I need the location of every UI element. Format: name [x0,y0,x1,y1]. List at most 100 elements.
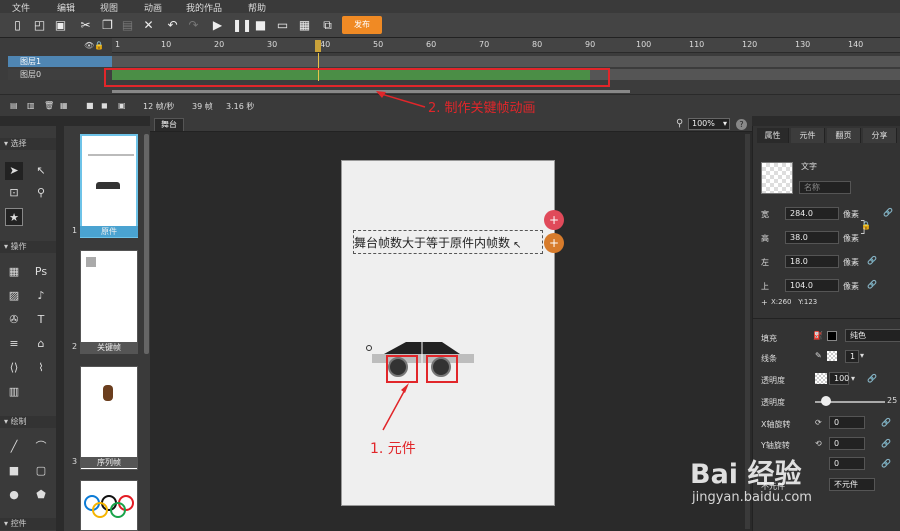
section-operate[interactable]: ▾ 操作 [0,241,56,253]
link-icon[interactable]: 🔗 [881,459,891,468]
add-layer-icon[interactable]: ▤ [10,101,18,110]
zoom-icon[interactable]: ⚲ [32,184,50,202]
pause-icon[interactable]: ❚❚ [232,17,252,33]
lock-icon[interactable]: 🔒 [94,41,104,50]
width-input[interactable]: 284.0 [785,207,839,220]
copy-layer-icon[interactable]: ▦ [60,101,68,110]
scene-list: 原件 1 关键帧 2 序列帧 3 [64,126,150,531]
play-icon[interactable]: ▶ [210,17,225,33]
z-rotate-input[interactable]: 0 [829,457,865,470]
layer-row-1[interactable]: 图层1 [8,56,112,67]
link-icon[interactable]: 🔗 [867,256,877,265]
left-input[interactable]: 18.0 [785,255,839,268]
zoom-select[interactable]: 100% ▾ [688,118,730,130]
eye-icon[interactable]: 👁 [84,41,94,50]
board-icon[interactable]: ⌂ [32,335,50,353]
scene-thumb-4[interactable] [80,480,138,531]
tab-share[interactable]: 分享 [863,128,897,143]
rounded-rect-icon[interactable]: ▢ [32,462,50,480]
link-icon[interactable]: 🔗 [881,439,891,448]
save-icon[interactable]: ▣ [53,17,68,33]
select-arrow-icon[interactable]: ➤ [5,162,23,180]
link-icon[interactable]: 🔗 [881,418,891,427]
preview-icon[interactable]: ▭ [275,17,290,33]
paste-icon[interactable]: ▤ [120,17,135,33]
playhead[interactable] [315,40,321,52]
tab-components[interactable]: 元件 [791,128,825,143]
link-icon[interactable]: 🔗 [883,208,893,217]
transform-icon[interactable]: ⊡ [5,184,23,202]
tab-properties[interactable]: 属性 [757,128,789,143]
help-icon[interactable]: ? [736,119,747,130]
name-input[interactable]: 名称 [799,181,851,194]
top-input[interactable]: 104.0 [785,279,839,292]
grid-icon[interactable]: ▦ [5,263,23,281]
stroke-color-swatch[interactable] [827,351,837,361]
curve-icon[interactable]: ⌒ [32,438,50,456]
cut-icon[interactable]: ✂ [78,17,93,33]
symbol-icon[interactable]: ★ [5,208,23,226]
folder-icon[interactable]: ▥ [27,101,35,110]
scene-thumb-1[interactable] [80,134,138,238]
open-file-icon[interactable]: ◰ [32,17,47,33]
node-select-icon[interactable]: ↖ [32,162,50,180]
chevron-down-icon[interactable]: ▾ [851,374,855,383]
qrcode-icon[interactable]: ▦ [297,17,312,33]
rectangle-icon[interactable]: ■ [5,462,23,480]
link-icon[interactable]: 🔗 [867,374,877,383]
stroke-width-select[interactable]: 1 [845,350,859,363]
image-icon[interactable]: ▨ [5,287,23,305]
scene-scrollbar[interactable] [144,134,149,354]
section-more[interactable]: ▾ 控件 [0,518,56,530]
fill-color-swatch[interactable] [827,331,837,341]
pen-icon[interactable]: ✎ [815,351,822,360]
paint-bucket-icon[interactable]: ⛽ [813,331,823,340]
ps-icon[interactable]: Ps [32,263,50,281]
chevron-down-icon[interactable]: ▾ [860,351,864,360]
fill-type-select[interactable]: 纯色 [845,329,900,342]
layer-track-1[interactable] [112,56,900,67]
component-mode-select[interactable]: 不元件 [829,478,875,491]
video-icon[interactable]: ✇ [5,311,23,329]
y-rotate-input[interactable]: 0 [829,437,865,450]
frame-icon[interactable]: ■ [86,101,94,110]
copy-icon[interactable]: ❐ [100,17,115,33]
blur-slider-handle[interactable] [821,396,831,406]
code-icon[interactable]: ⟨⟩ [5,359,23,377]
keyframe-icon[interactable]: ◼ [101,101,108,110]
publish-button[interactable]: 发布 [342,16,382,34]
section-select[interactable]: ▾ 选择 [0,138,56,150]
tick-label: 130 [795,40,811,49]
section-draw[interactable]: ▾ 绘制 [0,416,56,428]
delete-layer-icon[interactable]: 🗑 [44,101,54,110]
chart-icon[interactable]: ⌇ [32,359,50,377]
circle-icon[interactable]: ● [5,486,23,504]
opacity-input[interactable]: 100 [829,372,849,385]
text-icon[interactable]: T [32,311,50,329]
layer-track-0-empty[interactable] [590,69,900,80]
stop-icon[interactable]: ■ [253,17,268,33]
layer-row-0[interactable]: 图层0 [8,69,112,80]
redo-icon[interactable]: ↷ [186,17,201,33]
pentagon-icon[interactable]: ⬟ [32,486,50,504]
stage-tab[interactable]: 舞台 [154,118,184,131]
new-file-icon[interactable]: ▯ [10,17,25,33]
remove-frame-icon[interactable]: ▣ [118,101,126,110]
x-rotate-input[interactable]: 0 [829,416,865,429]
scene-thumb-2[interactable] [80,250,138,354]
line-icon[interactable]: ╱ [5,438,23,456]
height-input[interactable]: 38.0 [785,231,839,244]
undo-icon[interactable]: ↶ [165,17,180,33]
link-icon[interactable]: 🔗 [867,280,877,289]
paragraph-icon[interactable]: ≡ [5,335,23,353]
add-animation-badge-icon[interactable]: + [544,233,564,253]
tab-pages[interactable]: 翻页 [827,128,861,143]
add-keyframe-badge-icon[interactable]: + [544,210,564,230]
delete-icon[interactable]: ✕ [141,17,156,33]
sound-icon[interactable]: ♪ [32,287,50,305]
scene-thumb-3[interactable] [80,366,138,470]
barcode-icon[interactable]: ▥ [5,383,23,401]
timeline-ruler[interactable]: 1 10 20 30 40 50 60 70 80 90 100 110 120… [112,38,900,53]
share-icon[interactable]: ⧉ [320,17,335,33]
magnifier-icon[interactable]: ⚲ [676,118,683,129]
